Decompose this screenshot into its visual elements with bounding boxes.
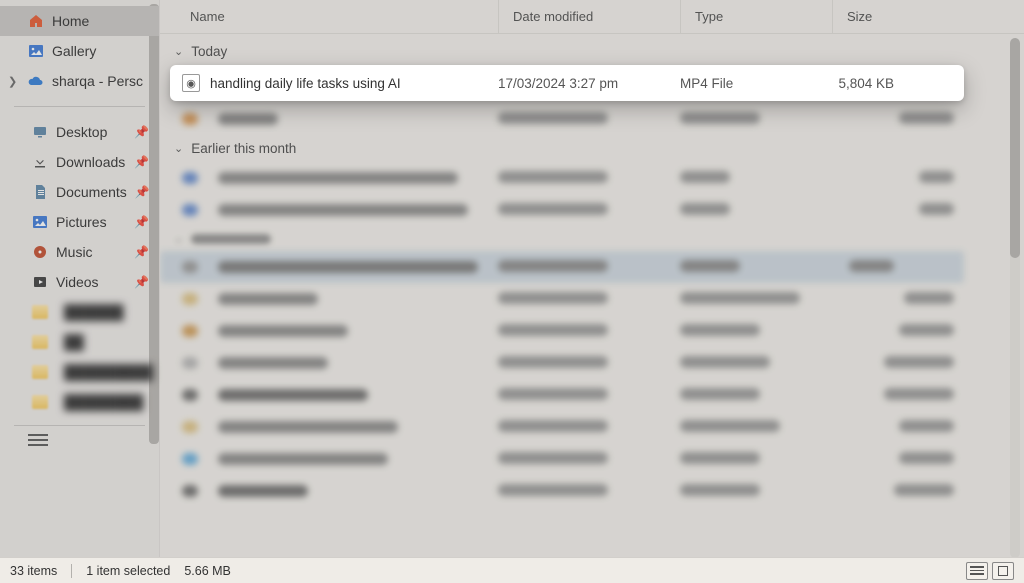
column-header-name[interactable]: Name: [160, 0, 498, 33]
desktop-icon: [32, 124, 48, 140]
status-selection-size: 5.66 MB: [184, 564, 231, 578]
music-icon: [32, 244, 48, 260]
sidebar-item-home[interactable]: Home: [0, 6, 159, 36]
sidebar-item-pictures[interactable]: Pictures 📌: [0, 207, 159, 237]
sidebar-item-label: Home: [52, 13, 89, 29]
pin-icon: 📌: [134, 155, 149, 169]
chevron-down-icon: ⌄: [174, 142, 183, 155]
file-row-highlight[interactable]: ◉ handling daily life tasks using AI 17/…: [170, 65, 964, 101]
folder-icon: [32, 395, 48, 409]
file-row[interactable]: [160, 162, 1024, 194]
sidebar-folder-item[interactable]: ████████: [0, 387, 159, 417]
pin-icon: 📌: [134, 125, 149, 139]
group-today[interactable]: ⌄ Today: [160, 38, 1024, 65]
network-icon[interactable]: [28, 434, 48, 446]
sidebar-folder-item[interactable]: ██: [0, 327, 159, 357]
status-item-count: 33 items: [10, 564, 57, 578]
sidebar-item-label: Documents: [56, 184, 127, 200]
gallery-icon: [28, 43, 44, 59]
pin-icon: 📌: [134, 275, 149, 289]
file-row[interactable]: [160, 411, 1024, 443]
sidebar-item-downloads[interactable]: Downloads 📌: [0, 147, 159, 177]
chevron-right-icon: ❯: [8, 75, 17, 88]
documents-icon: [32, 184, 48, 200]
status-selection: 1 item selected: [86, 564, 170, 578]
sidebar-item-label: Videos: [56, 274, 99, 290]
body-area: Home Gallery ❯ sharqa - Persc: [0, 0, 1024, 557]
folder-icon: [32, 365, 48, 379]
file-type: MP4 File: [680, 76, 832, 91]
sidebar-folder-item[interactable]: ██████: [0, 297, 159, 327]
column-header-size[interactable]: Size: [832, 0, 1024, 33]
sidebar-item-label: Downloads: [56, 154, 125, 170]
sidebar-item-gallery[interactable]: Gallery: [0, 36, 159, 66]
sidebar-item-documents[interactable]: Documents 📌: [0, 177, 159, 207]
pictures-icon: [32, 214, 48, 230]
videos-icon: [32, 274, 48, 290]
group-label: Today: [191, 44, 227, 59]
sidebar-item-onedrive[interactable]: ❯ sharqa - Persc: [0, 66, 159, 96]
status-separator: [71, 564, 72, 578]
sidebar-separator: [14, 106, 145, 107]
view-thumbnails-button[interactable]: [992, 562, 1014, 580]
sidebar-item-label: Music: [56, 244, 93, 260]
group-label: Earlier this month: [191, 141, 296, 156]
file-list: ⌄ Today ◉ handling daily life tasks usin…: [160, 34, 1024, 557]
pin-icon: 📌: [134, 215, 149, 229]
file-name: handling daily life tasks using AI: [210, 76, 401, 91]
file-row[interactable]: [160, 475, 1024, 507]
sidebar-item-music[interactable]: Music 📌: [0, 237, 159, 267]
main-pane: Name Date modified Type Size ⌄ Today ◉: [160, 0, 1024, 557]
file-row-selected[interactable]: [160, 251, 964, 283]
sidebar-separator: [14, 425, 145, 426]
file-size: 5,804 KB: [832, 76, 964, 91]
folder-icon: [32, 335, 48, 349]
pin-icon: 📌: [135, 185, 150, 199]
video-file-icon: ◉: [182, 74, 200, 92]
file-row[interactable]: [160, 443, 1024, 475]
sidebar-item-label: sharqa - Persc: [52, 73, 143, 89]
cloud-icon: [28, 73, 44, 89]
sidebar-item-label: Desktop: [56, 124, 107, 140]
file-row[interactable]: [160, 379, 1024, 411]
download-icon: [32, 154, 48, 170]
column-headers: Name Date modified Type Size: [160, 0, 1024, 34]
file-row[interactable]: [160, 283, 1024, 315]
file-date: 17/03/2024 3:27 pm: [498, 76, 680, 91]
chevron-down-icon: ⌄: [174, 45, 183, 58]
column-header-date[interactable]: Date modified: [498, 0, 680, 33]
folder-icon: [32, 305, 48, 319]
group-earlier-this-month[interactable]: ⌄ Earlier this month: [160, 135, 1024, 162]
view-details-button[interactable]: [966, 562, 988, 580]
home-icon: [28, 13, 44, 29]
file-row[interactable]: [160, 347, 1024, 379]
sidebar-item-desktop[interactable]: Desktop 📌: [0, 117, 159, 147]
file-row[interactable]: [160, 103, 1024, 135]
status-bar: 33 items 1 item selected 5.66 MB: [0, 557, 1024, 583]
sidebar: Home Gallery ❯ sharqa - Persc: [0, 0, 160, 557]
file-row[interactable]: [160, 315, 1024, 347]
sidebar-item-label: Gallery: [52, 43, 96, 59]
pin-icon: 📌: [134, 245, 149, 259]
sidebar-folder-item[interactable]: █████████: [0, 357, 159, 387]
column-header-type[interactable]: Type: [680, 0, 832, 33]
sidebar-item-label: Pictures: [56, 214, 107, 230]
file-row[interactable]: [160, 194, 1024, 226]
sidebar-item-videos[interactable]: Videos 📌: [0, 267, 159, 297]
group-blurred[interactable]: ⌄: [160, 226, 1024, 251]
